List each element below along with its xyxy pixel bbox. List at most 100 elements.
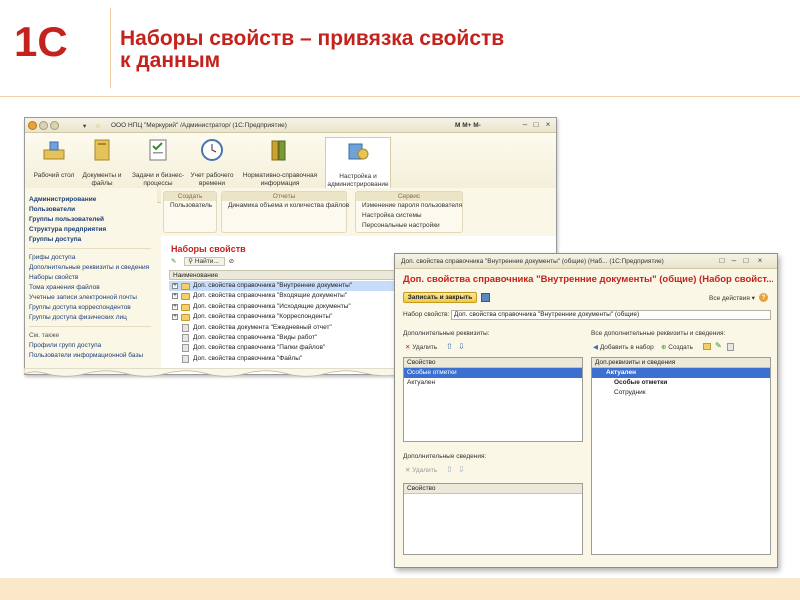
expand-icon[interactable]: + [172, 303, 178, 310]
navigation-panel: Администрирование Пользователи Группы по… [25, 188, 157, 374]
move-down-icon[interactable]: ⇩ [458, 465, 465, 474]
list-item[interactable]: + Доп. свойства справочника "Внутренние д… [169, 281, 396, 291]
torn-edge [24, 368, 404, 377]
plus-circle-icon: ⊕ [661, 344, 667, 351]
expand-icon[interactable]: + [172, 293, 178, 300]
report-files-dynamics[interactable]: Динамика объема и количества файлов [222, 201, 349, 211]
dialog-close-icon[interactable]: × [755, 257, 765, 266]
group-reports: Отчеты Динамика объема и количества файл… [221, 191, 349, 233]
nav-access-groups[interactable]: Группы доступа [29, 236, 81, 243]
list-item[interactable]: Доп. свойства справочника "Папки файлов" [169, 343, 396, 353]
save-icon[interactable] [481, 293, 490, 302]
nav-admin[interactable]: Администрирование [29, 196, 96, 203]
requisites-col-header[interactable]: Свойство [404, 358, 582, 368]
nav-user-groups[interactable]: Группы пользователей [29, 216, 104, 223]
clear-search-icon[interactable]: ⊘ [229, 258, 234, 265]
move-down-icon[interactable]: ⇩ [458, 342, 465, 351]
dialog-maximize-icon[interactable]: □ [741, 257, 751, 266]
list-item-label: Доп. свойства справочника "Входящие доку… [193, 292, 348, 300]
folder-icon [181, 303, 190, 311]
expand-icon[interactable]: + [172, 283, 178, 289]
search-icon: ⚲ [188, 258, 194, 265]
info-table: Свойство [403, 483, 583, 555]
nav-additional-props[interactable]: Дополнительные реквизиты и сведения [29, 264, 149, 271]
nav-person-groups[interactable]: Группы доступа физических лиц [29, 314, 127, 321]
find-button[interactable]: ⚲ Найти... [184, 257, 225, 266]
table-row[interactable]: Актуален [404, 378, 582, 388]
close-icon[interactable]: × [543, 121, 553, 130]
list-item-label: Доп. свойства справочника "Папки файлов" [193, 344, 326, 352]
edit-icon[interactable]: ✎ [171, 258, 176, 265]
slide-title-line2: к данным [120, 49, 221, 72]
expand-icon[interactable]: + [172, 314, 178, 321]
list-item[interactable]: Доп. свойства справочника "Виды работ" [169, 333, 396, 343]
memory-buttons[interactable]: M M+ M- [455, 122, 481, 129]
table-row[interactable]: Сотрудник [592, 388, 770, 398]
list-toolbar: ✎ ⚲ Найти... ⊘ [171, 257, 234, 266]
app-menu-icon[interactable] [28, 121, 37, 130]
forward-icon[interactable] [50, 121, 59, 130]
1c-logo: 1С [14, 18, 68, 62]
section-documents[interactable]: Документы и файлы [73, 137, 131, 187]
nav-enterprise-structure[interactable]: Структура предприятия [29, 226, 106, 233]
list-item[interactable]: + Доп. свойства справочника "Исходящие до… [169, 302, 396, 312]
nav-correspondent-groups[interactable]: Группы доступа корреспондентов [29, 304, 131, 311]
svg-text:1С: 1С [14, 18, 68, 62]
edit-icon[interactable]: ✎ [715, 341, 722, 350]
dialog-form-title: Доп. свойства справочника "Внутренние до… [403, 274, 773, 285]
help-icon[interactable]: ? [759, 293, 768, 302]
copy-icon[interactable] [727, 343, 734, 351]
minimize-icon[interactable]: – [520, 121, 530, 130]
section-reference[interactable]: Нормативно-справочная информация [241, 137, 319, 187]
document-icon [182, 323, 189, 332]
move-up-icon[interactable]: ⇧ [446, 342, 453, 351]
slide-title: Наборы свойств – привязка свойств к данн… [120, 28, 720, 72]
dialog-help-icon[interactable]: □ [717, 257, 727, 266]
nav-ib-users[interactable]: Пользователи информационной базы [29, 352, 143, 359]
header-rule [0, 96, 800, 97]
list-item[interactable]: Доп. свойства документа "Ежедневный отче… [169, 323, 396, 333]
property-set-field[interactable]: Доп. свойства справочника "Внутренние до… [451, 310, 771, 320]
personal-settings-link[interactable]: Персональные настройки [356, 221, 462, 231]
all-actions-menu[interactable]: Все действия ▾ [709, 294, 755, 302]
requisites-table: Свойство Особые отметки Актуален [403, 357, 583, 442]
list-item[interactable]: + Доп. свойства справочника "Входящие док… [169, 291, 396, 301]
all-props-col-header[interactable]: Доп.реквизиты и сведения [592, 358, 770, 368]
nav-property-sets[interactable]: Наборы свойств [29, 274, 78, 281]
list-item[interactable]: Доп. свойства справочника "Файлы" [169, 354, 396, 364]
move-up-icon[interactable]: ⇧ [446, 465, 453, 474]
system-settings-link[interactable]: Настройка системы [356, 211, 462, 221]
nav-file-volumes[interactable]: Тома хранения файлов [29, 284, 100, 291]
document-icon [182, 354, 189, 363]
favorites-star-icon[interactable]: ☆ [95, 122, 101, 130]
info-col-header[interactable]: Свойство [404, 484, 582, 494]
header-divider [110, 8, 111, 88]
create-button[interactable]: ⊕ Создать [661, 343, 693, 351]
delete-requisite-button[interactable]: ✕ Удалить [405, 343, 437, 351]
nav-access-profiles[interactable]: Профили групп доступа [29, 342, 101, 349]
nav-access-stamps[interactable]: Грифы доступа [29, 254, 75, 261]
document-icon [182, 344, 189, 353]
back-icon[interactable] [39, 121, 48, 130]
nav-email-accounts[interactable]: Учетные записи электронной почты [29, 294, 137, 301]
section-tasks[interactable]: Задачи и бизнес-процессы [129, 137, 187, 187]
maximize-icon[interactable]: □ [531, 121, 541, 130]
table-row[interactable]: Особые отметки [592, 378, 770, 388]
nav-users[interactable]: Пользователи [29, 206, 75, 213]
delete-info-button[interactable]: ✕ Удалить [405, 466, 437, 474]
all-props-label: Все дополнительные реквизиты и сведения: [591, 330, 726, 337]
table-row[interactable]: Актуален [592, 368, 770, 378]
create-user-link[interactable]: Пользователь [164, 201, 216, 211]
section-time[interactable]: Учет рабочего времени [183, 137, 241, 187]
table-row[interactable]: Особые отметки [404, 368, 582, 378]
footer-band [0, 578, 800, 600]
add-to-set-button[interactable]: ◀ Добавить в набор [593, 343, 654, 351]
list-column-header[interactable]: Наименование [169, 270, 396, 280]
save-close-button[interactable]: Записать и закрыть [403, 292, 477, 303]
change-password-link[interactable]: Изменение пароля пользователя [356, 201, 462, 211]
list-item[interactable]: + Доп. свойства справочника "Корреспонден… [169, 312, 396, 322]
requisites-label: Дополнительные реквизиты: [403, 330, 490, 337]
dropdown-arrow-icon[interactable]: ▾ [83, 122, 86, 130]
dialog-minimize-icon[interactable]: – [729, 257, 739, 266]
create-group-icon[interactable] [703, 343, 711, 350]
